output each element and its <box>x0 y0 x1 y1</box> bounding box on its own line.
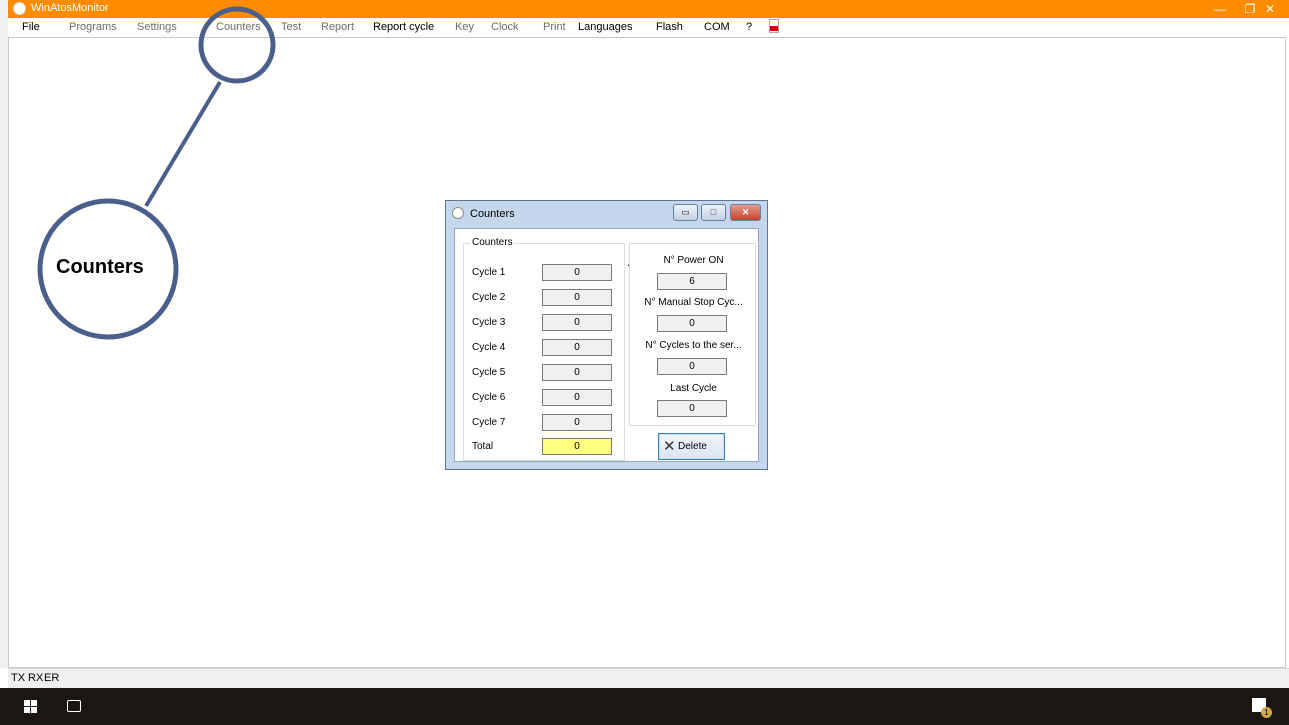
callout-highlight-circle <box>198 6 276 84</box>
callout-connector <box>144 80 222 208</box>
callout-annotation <box>37 6 276 340</box>
callout-label: Counters <box>56 256 144 278</box>
